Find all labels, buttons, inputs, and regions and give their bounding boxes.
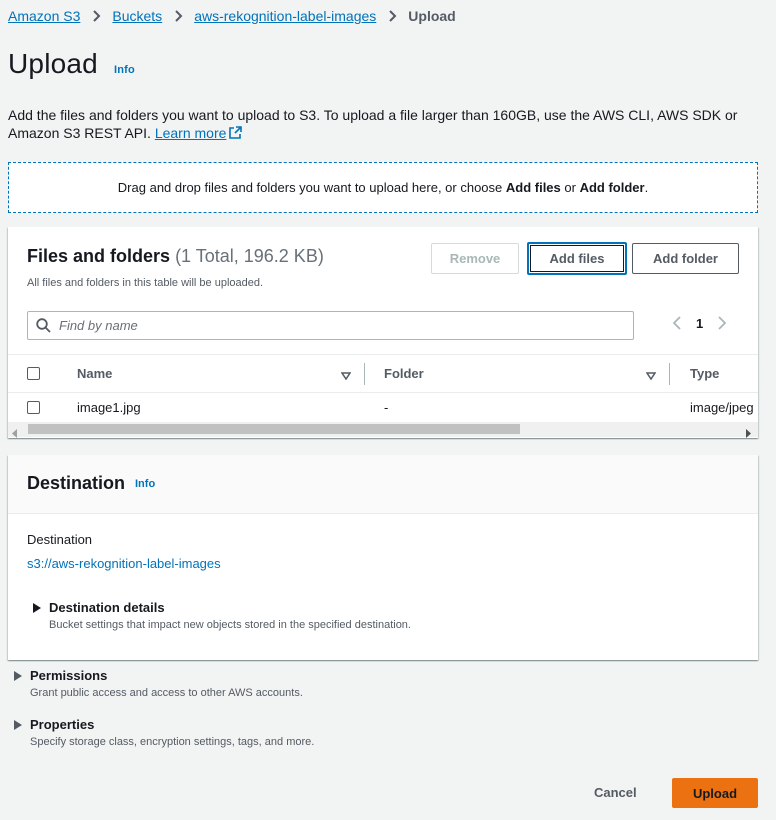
table-header: Name Folder Type — [8, 354, 758, 393]
breadcrumb: Amazon S3 Buckets aws-rekognition-label-… — [8, 8, 456, 24]
search-input[interactable] — [57, 317, 617, 334]
page-number[interactable]: 1 — [696, 316, 703, 331]
dropzone-text: Drag and drop files and folders you want… — [117, 180, 506, 195]
select-all-checkbox[interactable] — [27, 367, 40, 380]
table-row[interactable]: image1.jpg - image/jpeg — [8, 393, 758, 424]
learn-more-link[interactable]: Learn more — [155, 125, 227, 141]
destination-panel: Destination Info Destination s3://aws-re… — [8, 455, 758, 660]
properties-subtitle: Specify storage class, encryption settin… — [30, 736, 315, 748]
caret-right-icon — [33, 603, 41, 613]
files-panel-subtitle: All files and folders in this table will… — [27, 277, 264, 289]
drop-zone[interactable]: Drag and drop files and folders you want… — [8, 162, 758, 213]
scroll-left-arrow-icon[interactable] — [11, 425, 19, 438]
add-files-button[interactable]: Add files — [527, 242, 627, 275]
dropzone-period: . — [644, 180, 649, 195]
cancel-button[interactable]: Cancel — [594, 777, 637, 800]
chevron-right-icon[interactable] — [717, 315, 727, 331]
page-description: Add the files and folders you want to up… — [8, 106, 768, 142]
permissions-expander[interactable]: Permissions Grant public access and acce… — [14, 668, 303, 699]
destination-details-title: Destination details — [49, 600, 165, 615]
horizontal-scrollbar[interactable] — [8, 422, 758, 438]
destination-info-link[interactable]: Info — [135, 478, 155, 490]
search-box[interactable] — [27, 311, 634, 340]
breadcrumb-buckets[interactable]: Buckets — [112, 8, 162, 24]
column-header-name[interactable]: Name — [77, 366, 112, 381]
destination-title-text: Destination — [27, 473, 126, 493]
search-icon — [36, 318, 51, 333]
files-and-folders-panel: Files and folders (1 Total, 196.2 KB) Al… — [8, 227, 758, 438]
page-title: Upload Info — [8, 48, 135, 80]
properties-expander[interactable]: Properties Specify storage class, encryp… — [14, 717, 314, 748]
column-header-type[interactable]: Type — [690, 366, 719, 381]
destination-details-subtitle: Bucket settings that impact new objects … — [49, 619, 411, 631]
destination-header: Destination Info — [8, 455, 758, 514]
dropzone-add-files: Add files — [505, 180, 561, 195]
scroll-right-arrow-icon[interactable] — [745, 425, 753, 438]
page-title-text: Upload — [8, 48, 98, 79]
row-type: image/jpeg — [690, 400, 754, 415]
chevron-right-icon — [172, 10, 184, 22]
sort-down-icon[interactable] — [645, 369, 657, 381]
destination-label: Destination — [27, 532, 93, 547]
info-link[interactable]: Info — [114, 64, 135, 76]
permissions-subtitle: Grant public access and access to other … — [30, 687, 303, 699]
pagination: 1 — [672, 315, 727, 331]
dropzone-add-folder: Add folder — [579, 180, 645, 195]
caret-right-icon — [14, 720, 22, 730]
add-folder-button[interactable]: Add folder — [632, 243, 739, 274]
chevron-right-icon — [90, 10, 102, 22]
row-name: image1.jpg — [77, 400, 141, 415]
breadcrumb-current: Upload — [408, 8, 456, 24]
dropzone-or: or — [560, 180, 580, 195]
external-link-icon — [229, 125, 243, 139]
files-title-text: Files and folders — [27, 246, 171, 266]
column-divider[interactable] — [669, 363, 670, 385]
scrollbar-thumb[interactable] — [28, 424, 520, 434]
description-text: Add the files and folders you want to up… — [8, 107, 738, 141]
permissions-title: Permissions — [30, 668, 108, 683]
upload-button[interactable]: Upload — [672, 778, 758, 808]
chevron-right-icon — [386, 10, 398, 22]
files-count: (1 Total, 196.2 KB) — [175, 246, 324, 266]
column-divider[interactable] — [364, 363, 365, 385]
destination-details-expander[interactable]: Destination details Bucket settings that… — [33, 600, 411, 631]
caret-right-icon — [14, 671, 22, 681]
row-checkbox[interactable] — [27, 401, 40, 414]
breadcrumb-amazon-s3[interactable]: Amazon S3 — [8, 8, 80, 24]
destination-title: Destination Info — [27, 473, 155, 494]
row-folder: - — [384, 400, 389, 415]
column-header-folder[interactable]: Folder — [384, 366, 424, 381]
remove-button[interactable]: Remove — [431, 243, 519, 274]
files-panel-title: Files and folders (1 Total, 196.2 KB) — [27, 246, 324, 267]
destination-uri-link[interactable]: s3://aws-rekognition-label-images — [27, 556, 221, 571]
sort-down-icon[interactable] — [340, 369, 352, 381]
chevron-left-icon[interactable] — [672, 315, 682, 331]
breadcrumb-bucket-name[interactable]: aws-rekognition-label-images — [194, 8, 376, 24]
properties-title: Properties — [30, 717, 95, 732]
